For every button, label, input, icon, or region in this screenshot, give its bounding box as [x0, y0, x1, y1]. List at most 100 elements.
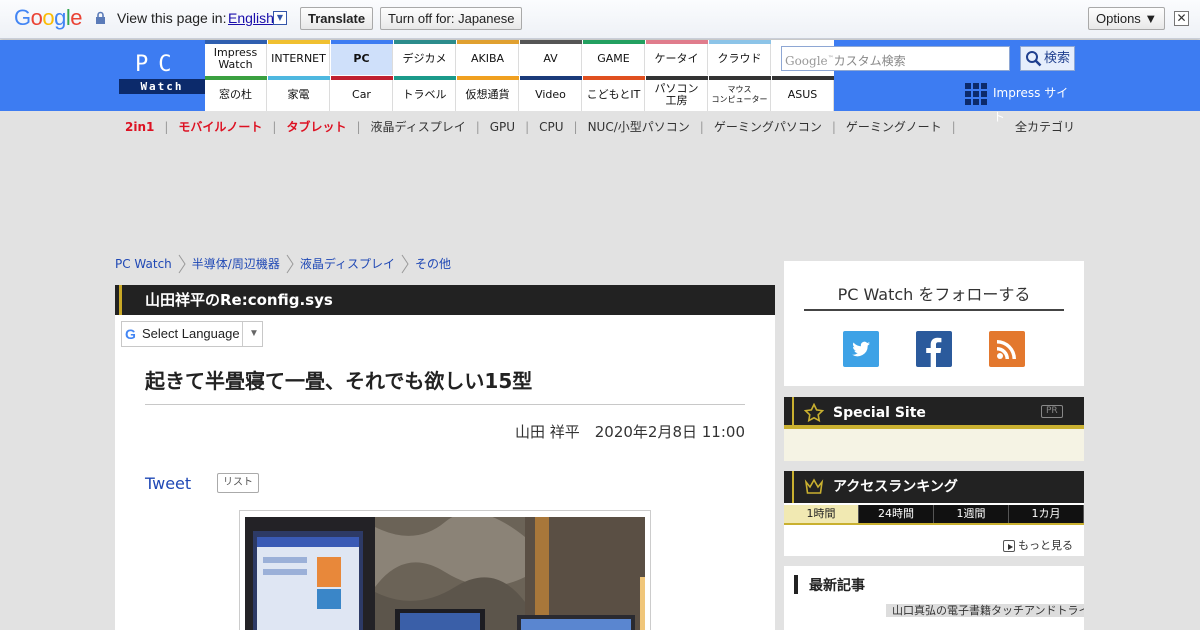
close-icon[interactable]: ✕ [1174, 11, 1189, 26]
pc-watch-logo[interactable]: PC Watch [119, 52, 205, 98]
ranking-tab[interactable]: 1時間 [784, 505, 859, 523]
nav-item-label: トラベル [402, 88, 447, 101]
translate-button[interactable]: Translate [300, 7, 374, 30]
subcategory-link[interactable]: GPU [490, 120, 515, 134]
latest-title: 最新記事 [794, 575, 865, 595]
search-input[interactable]: Google™カスタム検索 [781, 46, 1010, 71]
byline: 山田 祥平 2020年2月8日 11:00 [145, 421, 745, 442]
separator: | [164, 120, 169, 134]
subcategory-link[interactable]: NUC/小型パソコン [588, 118, 690, 135]
breadcrumb-item[interactable]: 半導体/周辺機器 [192, 255, 280, 272]
article-photo[interactable] [239, 510, 651, 630]
language-dropdown-icon[interactable]: ▼ [273, 11, 287, 25]
nav-item-トラベル[interactable]: トラベル [394, 76, 456, 111]
ranking-title: アクセスランキング [833, 479, 958, 495]
breadcrumb-item[interactable]: PC Watch [115, 257, 172, 271]
nav-item-label: Car [352, 88, 371, 101]
ranking-panel: アクセスランキング 1時間 24時間 1週間 1カ月 もっと見る [784, 471, 1084, 556]
subcategory-link[interactable]: タブレット [286, 118, 346, 135]
nav-item-label: こどもとIT [586, 88, 641, 101]
nav-item-label: INTERNET [271, 52, 326, 65]
options-button[interactable]: Options ▼ [1088, 7, 1166, 30]
select-language-dropdown[interactable]: G Select Language ▼ [121, 321, 263, 347]
nav-item-video[interactable]: Video [520, 76, 582, 111]
subcategory-link[interactable]: ゲーミングノート [846, 118, 942, 135]
google-g-icon: G [125, 326, 136, 342]
follow-title: PC Watch をフォローする [837, 285, 1031, 304]
more-link[interactable]: もっと見る [1003, 537, 1073, 553]
special-site-header: Special Site PR [784, 397, 1084, 429]
follow-panel: PC Watch をフォローする [784, 261, 1084, 386]
nav-color-bar [331, 40, 393, 44]
nav-item-こどもとit[interactable]: こどもとIT [583, 76, 645, 111]
author: 山田 祥平 [514, 423, 580, 441]
subcategory-link[interactable]: 2in1 [125, 120, 154, 134]
nav-color-bar [583, 76, 645, 80]
nav-color-bar [457, 76, 519, 80]
facebook-icon[interactable] [916, 331, 952, 367]
breadcrumb-item[interactable]: 液晶ディスプレイ [300, 255, 395, 272]
nav-color-bar [646, 40, 708, 44]
nav-item-クラウド[interactable]: クラウド [709, 40, 771, 75]
subcategory-link[interactable]: ゲーミングパソコン [714, 118, 822, 135]
chevron-down-icon: ▼ [242, 322, 259, 346]
ranking-tab[interactable]: 24時間 [859, 505, 934, 523]
google-translate-bar: Google View this page in: English ▼ Tran… [0, 0, 1200, 39]
nav-item-akiba[interactable]: AKIBA [457, 40, 519, 75]
subcategory-link[interactable]: CPU [539, 120, 563, 134]
nav-item-ケータイ[interactable]: ケータイ [646, 40, 708, 75]
language-link[interactable]: English [228, 10, 274, 26]
crown-icon [804, 478, 824, 494]
subcategory-nav: 2in1 | モバイルノート | タブレット | 液晶ディスプレイ | GPU | CPU | NUC/… [125, 118, 966, 134]
breadcrumb-item[interactable]: その他 [415, 255, 451, 272]
nav-item-internet[interactable]: INTERNET [268, 40, 330, 75]
nav-item-label: ASUS [787, 88, 818, 101]
ranking-tab[interactable]: 1週間 [934, 505, 1009, 523]
nav-item-label: Video [535, 88, 566, 101]
nav-item-car[interactable]: Car [331, 76, 393, 111]
nav-item-仮想通貨[interactable]: 仮想通貨 [457, 76, 519, 111]
nav-item-label: クラウド [717, 52, 762, 65]
separator: | [831, 120, 836, 134]
all-categories-link[interactable]: 全カテゴリ [1015, 118, 1075, 135]
nav-item-game[interactable]: GAME [583, 40, 645, 75]
breadcrumb: PC Watch 半導体/周辺機器 液晶ディスプレイ その他 [115, 254, 451, 274]
nav-item-デジカメ[interactable]: デジカメ [394, 40, 456, 75]
subcategory-link[interactable]: モバイルノート [178, 118, 262, 135]
special-site-panel: Special Site PR [784, 397, 1084, 461]
series-title[interactable]: 山田祥平のRe:config.sys [115, 285, 775, 315]
latest-article-item[interactable]: 山口真弘の電子書籍タッチアンドトライ [886, 604, 1084, 617]
ranking-tab[interactable]: 1カ月 [1009, 505, 1084, 523]
separator: | [525, 120, 530, 134]
grid-icon [965, 83, 987, 105]
nav-item-パソコン-工房[interactable]: パソコン 工房 [646, 76, 708, 111]
separator: | [573, 120, 578, 134]
pr-badge: PR [1041, 405, 1063, 418]
search-icon [1026, 51, 1042, 67]
nav-color-bar [520, 76, 582, 80]
twitter-icon[interactable] [843, 331, 879, 367]
nav-item-label: マウス コンピューター [711, 85, 768, 104]
nav-item-マウス-コンピューター[interactable]: マウス コンピューター [709, 76, 771, 111]
nav-color-bar [268, 76, 330, 80]
list-badge[interactable]: リスト [217, 473, 259, 493]
nav-item-av[interactable]: AV [520, 40, 582, 75]
nav-item-pc[interactable]: PC [331, 40, 393, 75]
article-title: 起きて半畳寝て一畳、それでも欲しい15型 [145, 369, 533, 393]
turn-off-button[interactable]: Turn off for: Japanese [380, 7, 523, 30]
nav-item-label: Impress Watch [213, 46, 258, 71]
nav-item-家電[interactable]: 家電 [268, 76, 330, 111]
rss-icon[interactable] [989, 331, 1025, 367]
nav-item-impress-watch[interactable]: Impress Watch [205, 40, 267, 75]
nav-color-bar [205, 76, 267, 80]
article-container: 山田祥平のRe:config.sys G Select Language ▼ 起… [115, 285, 775, 630]
nav-item-窓の杜[interactable]: 窓の杜 [205, 76, 267, 111]
nav-color-bar [394, 76, 456, 80]
nav-item-asus[interactable]: ASUS [772, 76, 834, 111]
tweet-link[interactable]: Tweet [145, 474, 191, 493]
nav-item-label: AV [543, 52, 558, 65]
subcategory-link[interactable]: 液晶ディスプレイ [371, 118, 466, 135]
impress-site-link[interactable]: Impress サイト [965, 81, 1080, 124]
search-button[interactable]: 検索 [1020, 46, 1075, 71]
separator: | [951, 120, 956, 134]
